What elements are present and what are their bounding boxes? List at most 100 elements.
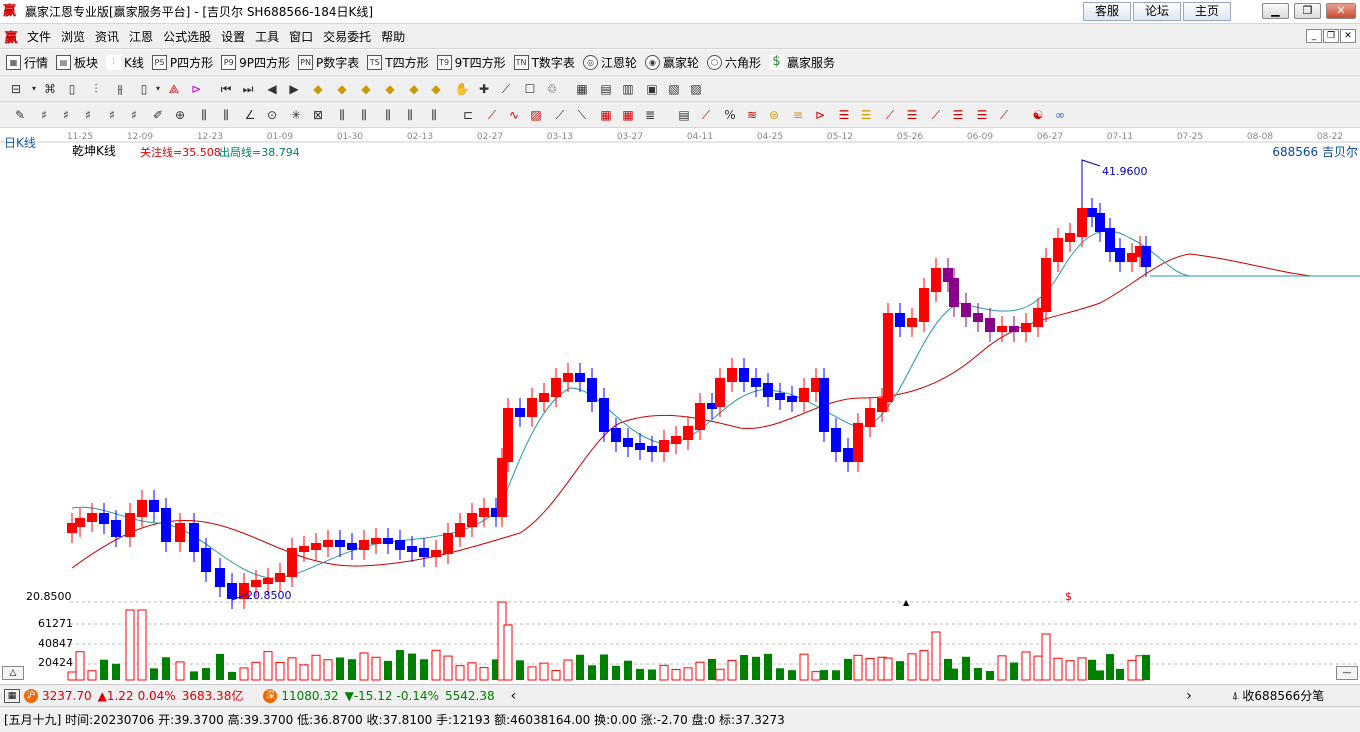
- menu-gann[interactable]: 江恩: [124, 28, 158, 45]
- close-button[interactable]: ✕: [1326, 3, 1356, 19]
- hand-icon[interactable]: ✋: [454, 81, 470, 97]
- left-icon[interactable]: ◀: [264, 81, 280, 97]
- mdi-close-button[interactable]: ✕: [1340, 29, 1356, 43]
- export-icon[interactable]: ▨: [688, 81, 704, 97]
- toolbar-winner-wheel-button[interactable]: ◉ 赢家轮: [644, 54, 699, 71]
- grid-icon[interactable]: ▦: [4, 688, 20, 703]
- trend-icon[interactable]: ⊳: [188, 81, 204, 97]
- bar-dropdown-icon[interactable]: ▾: [150, 81, 166, 97]
- table-grid2-icon[interactable]: ▦: [620, 107, 636, 123]
- fib-icon[interactable]: ≋: [744, 107, 760, 123]
- chart-svg[interactable]: 11-25 12-09 12-23 01-09 01-30 02-13 02-27 03-13…: [0, 128, 1360, 684]
- time-icon[interactable]: ☰: [836, 107, 852, 123]
- star-icon[interactable]: ✳: [288, 107, 304, 123]
- fib6-icon[interactable]: ☰: [974, 107, 990, 123]
- pencil-icon[interactable]: ✐: [150, 107, 166, 123]
- home-button[interactable]: 主页: [1183, 2, 1231, 21]
- toolbar-quote-button[interactable]: ▦ 行情: [6, 54, 48, 71]
- fib7-icon[interactable]: ⟋: [996, 107, 1012, 123]
- crosshair-icon[interactable]: ✚: [476, 81, 492, 97]
- menu-window[interactable]: 窗口: [284, 28, 318, 45]
- infinity-icon[interactable]: ∞: [1052, 107, 1068, 123]
- fan2-icon[interactable]: ⊳: [812, 107, 828, 123]
- menu-file[interactable]: 文件: [22, 28, 56, 45]
- grid-tool1-icon[interactable]: ♯: [36, 107, 52, 123]
- toolbar-t-square-button[interactable]: TS T四方形: [367, 54, 429, 71]
- window-layout-icon[interactable]: ⊟: [8, 81, 24, 97]
- angle-icon[interactable]: ∠: [242, 107, 258, 123]
- kline-style1-icon[interactable]: ⫶: [88, 81, 104, 97]
- mdi-minimize-button[interactable]: _: [1306, 29, 1322, 43]
- minimize-button[interactable]: ▁: [1262, 3, 1289, 19]
- comb3-icon[interactable]: ⫼: [380, 107, 396, 123]
- cursor-icon[interactable]: ⌘: [42, 81, 58, 97]
- zigzag-icon[interactable]: ⟍: [574, 107, 590, 123]
- toolbar-t-number-button[interactable]: TN T数字表: [513, 54, 575, 71]
- toolbar-gann-wheel-button[interactable]: ◎ 江恩轮: [582, 54, 637, 71]
- fib3-icon[interactable]: ☰: [904, 107, 920, 123]
- service-button[interactable]: 客服: [1083, 2, 1131, 21]
- toolbar-service-button[interactable]: $ 赢家服务: [768, 54, 835, 71]
- bars-icon[interactable]: ⫼: [218, 107, 234, 123]
- nav-all-icon[interactable]: ◆: [428, 81, 444, 97]
- taiji-icon[interactable]: ☯: [1030, 107, 1046, 123]
- shape-icon[interactable]: ☐: [522, 81, 538, 97]
- nav-right-icon[interactable]: ◆: [382, 81, 398, 97]
- save-icon[interactable]: ▣: [644, 81, 660, 97]
- kline-style2-icon[interactable]: ⫵: [112, 81, 128, 97]
- circle-grid-icon[interactable]: ⊕: [172, 107, 188, 123]
- grid-tool3-icon[interactable]: ♯: [80, 107, 96, 123]
- line-icon[interactable]: ⟋: [552, 107, 568, 123]
- last-icon[interactable]: ⏭: [240, 81, 256, 97]
- line-draw-icon[interactable]: ⟋: [498, 81, 514, 97]
- tick-record-label[interactable]: 收688566分笔: [1242, 687, 1324, 704]
- nav-down-icon[interactable]: ◆: [334, 81, 350, 97]
- comb-icon[interactable]: ⫼: [334, 107, 350, 123]
- nav-left-icon[interactable]: ◆: [358, 81, 374, 97]
- menu-formula[interactable]: 公式选股: [158, 28, 216, 45]
- print-icon[interactable]: ▧: [666, 81, 682, 97]
- cycle-icon[interactable]: ♲: [544, 81, 560, 97]
- dropdown-arrow-icon[interactable]: ▾: [26, 81, 42, 97]
- hatch-icon[interactable]: ▨: [528, 107, 544, 123]
- box-icon[interactable]: ⊠: [310, 107, 326, 123]
- gold3-icon[interactable]: ☰: [858, 107, 874, 123]
- menu-trade[interactable]: 交易委托: [318, 28, 376, 45]
- nav-up-icon[interactable]: ◆: [310, 81, 326, 97]
- scroll-left-icon[interactable]: △: [2, 666, 24, 680]
- toolbar-sector-button[interactable]: ▤ 板块: [56, 54, 98, 71]
- first-icon[interactable]: ⏮: [218, 81, 234, 97]
- right-icon[interactable]: ▶: [286, 81, 302, 97]
- wave-icon[interactable]: ∿: [506, 107, 522, 123]
- calculator-icon[interactable]: ▤: [598, 81, 614, 97]
- comb2-icon[interactable]: ⫼: [356, 107, 372, 123]
- toolbar-p-number-button[interactable]: PN P数字表: [298, 54, 359, 71]
- columns-icon[interactable]: ⫼: [196, 107, 212, 123]
- grid-tool4-icon[interactable]: ♯: [104, 107, 120, 123]
- list-icon[interactable]: ▤: [676, 107, 692, 123]
- menu-browse[interactable]: 浏览: [56, 28, 90, 45]
- arc-icon[interactable]: ⟋: [698, 107, 714, 123]
- scroll-next-icon[interactable]: ›: [1186, 688, 1192, 704]
- menu-tools[interactable]: 工具: [250, 28, 284, 45]
- notes-icon[interactable]: ▥: [620, 81, 636, 97]
- forum-button[interactable]: 论坛: [1133, 2, 1181, 21]
- toolbar-9t-square-button[interactable]: T9 9T四方形: [436, 54, 506, 71]
- gold-icon[interactable]: ⊜: [766, 107, 782, 123]
- gold2-icon[interactable]: ≡: [790, 107, 806, 123]
- nav-center-icon[interactable]: ◆: [406, 81, 422, 97]
- toolbar-kline-button[interactable]: ⫶ K线: [106, 54, 144, 71]
- calendar-icon[interactable]: ▦: [574, 81, 590, 97]
- fan-icon[interactable]: ⊙: [264, 107, 280, 123]
- fib5-icon[interactable]: ☰: [950, 107, 966, 123]
- maximize-button[interactable]: ❐: [1294, 3, 1321, 19]
- fib4-icon[interactable]: ⟋: [928, 107, 944, 123]
- table-grid-icon[interactable]: ▦: [598, 107, 614, 123]
- pen-icon[interactable]: ✎: [12, 107, 28, 123]
- scroll-prev-icon[interactable]: ‹: [511, 688, 517, 704]
- indicator-icon[interactable]: ⟁: [166, 81, 182, 97]
- toolbar-hexagon-button[interactable]: ⬡ 六角形: [706, 54, 761, 71]
- percent-icon[interactable]: %: [722, 107, 738, 123]
- menu-settings[interactable]: 设置: [216, 28, 250, 45]
- lines-icon[interactable]: ≣: [642, 107, 658, 123]
